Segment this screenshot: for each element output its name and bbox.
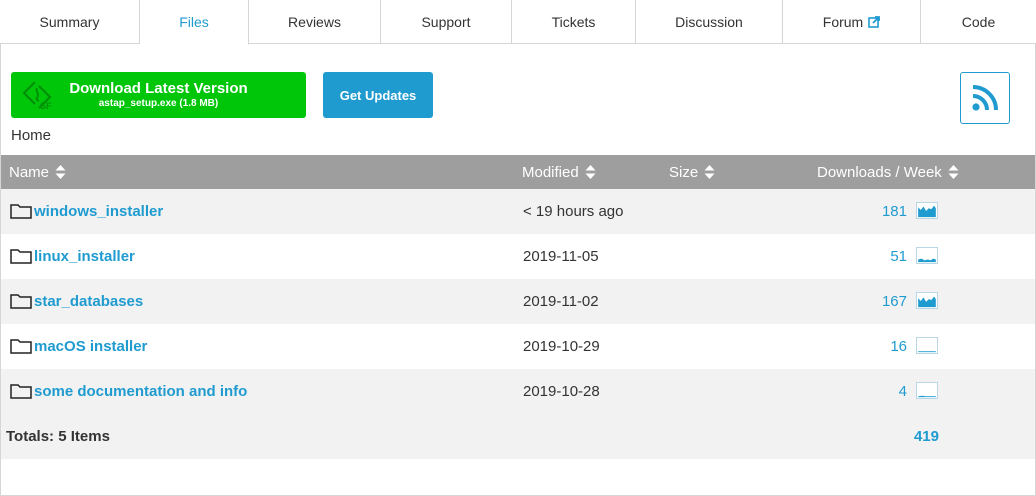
tab-label: Reviews — [288, 14, 341, 30]
tab-label: Forum — [822, 14, 864, 30]
downloads-count[interactable]: 181 — [882, 189, 907, 234]
column-header-name[interactable]: Name — [9, 155, 66, 189]
table-row[interactable]: some documentation and info 2019-10-28 4 — [1, 369, 1035, 414]
folder-icon — [10, 294, 32, 309]
breadcrumb[interactable]: Home — [11, 127, 51, 144]
tab-label: Summary — [39, 14, 100, 30]
sort-icon — [948, 165, 959, 179]
tab-forum[interactable]: Forum — [783, 0, 921, 44]
downloads-count[interactable]: 51 — [890, 234, 907, 279]
sparkline-icon[interactable] — [916, 292, 938, 309]
downloads-count[interactable]: 16 — [890, 324, 907, 369]
totals-downloads: 419 — [913, 428, 939, 445]
project-tabs: Summary Files Reviews Support Tickets Di… — [0, 0, 1036, 45]
modified-date: 2019-11-05 — [523, 248, 599, 265]
sort-icon — [55, 165, 66, 179]
folder-link[interactable]: windows_installer — [34, 189, 163, 234]
tab-discussion[interactable]: Discussion — [636, 0, 783, 44]
sparkline-icon[interactable] — [916, 337, 938, 354]
download-latest-button[interactable]: SF Download Latest Version astap_setup.e… — [11, 72, 306, 118]
get-updates-label: Get Updates — [339, 87, 417, 103]
totals-row: Totals: 5 Items 419 — [1, 414, 1035, 459]
rss-icon — [972, 85, 998, 111]
column-label: Modified — [522, 163, 579, 181]
tab-code[interactable]: Code — [921, 0, 1036, 44]
sort-icon — [585, 165, 596, 179]
column-header-modified[interactable]: Modified — [522, 155, 596, 189]
modified-date: < 19 hours ago — [523, 203, 624, 220]
sort-icon — [704, 165, 715, 179]
tab-summary[interactable]: Summary — [0, 0, 140, 44]
download-filename: astap_setup.exe (1.8 MB) — [98, 98, 219, 109]
sparkline-icon[interactable] — [916, 382, 938, 399]
folder-link[interactable]: linux_installer — [34, 234, 135, 279]
folder-icon — [10, 249, 32, 264]
external-link-icon — [868, 16, 881, 28]
folder-icon — [10, 339, 32, 354]
downloads-count[interactable]: 167 — [882, 279, 907, 324]
folder-link[interactable]: some documentation and info — [34, 369, 247, 414]
table-row[interactable]: star_databases 2019-11-02 167 — [1, 279, 1035, 324]
folder-icon — [10, 204, 32, 219]
files-table-header: Name Modified Size Downloads / Week — [1, 155, 1035, 189]
column-header-size[interactable]: Size — [669, 155, 715, 189]
download-title: Download Latest Version — [69, 80, 248, 97]
tab-label: Files — [179, 14, 209, 30]
rss-button[interactable] — [960, 72, 1010, 124]
sparkline-icon[interactable] — [916, 247, 938, 264]
column-header-downloads[interactable]: Downloads / Week — [817, 155, 959, 189]
tab-reviews[interactable]: Reviews — [249, 0, 381, 44]
table-row[interactable]: windows_installer < 19 hours ago 181 — [1, 189, 1035, 234]
tab-label: Discussion — [675, 14, 743, 30]
tab-files[interactable]: Files — [140, 0, 249, 45]
column-label: Downloads / Week — [817, 163, 942, 181]
modified-date: 2019-10-28 — [523, 383, 600, 400]
sparkline-icon[interactable] — [916, 202, 938, 219]
folder-link[interactable]: macOS installer — [34, 324, 147, 369]
tab-support[interactable]: Support — [381, 0, 512, 44]
tab-label: Tickets — [551, 14, 596, 30]
modified-date: 2019-10-29 — [523, 338, 600, 355]
table-row[interactable]: linux_installer 2019-11-05 51 — [1, 234, 1035, 279]
tab-tickets[interactable]: Tickets — [512, 0, 636, 44]
tab-label: Code — [961, 14, 996, 30]
column-label: Name — [9, 163, 50, 181]
modified-date: 2019-11-02 — [523, 293, 599, 310]
folder-link[interactable]: star_databases — [34, 279, 143, 324]
get-updates-button[interactable]: Get Updates — [323, 72, 433, 118]
table-row[interactable]: macOS installer 2019-10-29 16 — [1, 324, 1035, 369]
downloads-count[interactable]: 4 — [899, 369, 907, 414]
column-label: Size — [669, 163, 699, 181]
tab-label: Support — [421, 14, 471, 30]
folder-icon — [10, 384, 32, 399]
totals-label: Totals: 5 Items — [6, 428, 110, 445]
